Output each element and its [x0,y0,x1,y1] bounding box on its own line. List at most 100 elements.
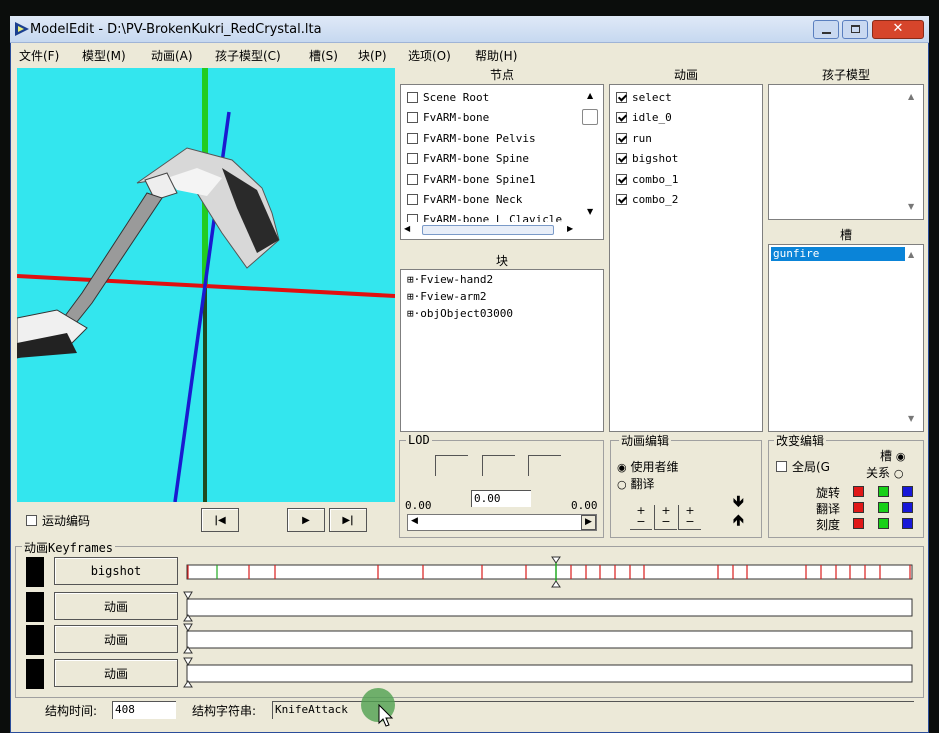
node-checkbox[interactable] [407,91,418,103]
translate-x-swatch[interactable] [853,502,864,513]
animation-item[interactable]: combo_2 [616,193,678,206]
nodes-scroll-box[interactable] [582,109,598,125]
animation-checkbox[interactable] [616,91,627,103]
animation-checkbox[interactable] [616,193,627,205]
motion-encode-checkbox[interactable]: 运动编码 [26,512,90,529]
arrow-down-bar-button[interactable]: 🡻 [733,494,744,509]
relation-radio[interactable]: 关系 ○ [866,464,903,481]
animation-item[interactable]: run [616,132,652,145]
menu-block[interactable]: 块(P) [358,47,387,64]
keyframe-anim-button[interactable]: bigshot [54,557,178,585]
go-start-button[interactable]: |◀ [201,508,239,532]
viewport-3d[interactable] [17,68,395,502]
node-checkbox[interactable] [407,193,418,205]
play-button[interactable]: ▶ [287,508,325,532]
menu-file[interactable]: 文件(F) [19,47,59,64]
animations-list[interactable]: select idle_0 run bigshot combo_1 combo_… [609,84,763,432]
anim-edit-stepper-2[interactable]: + − [654,505,677,530]
close-button[interactable]: ✕ [872,20,924,39]
lod-slider-thumb[interactable]: ▶ [581,515,596,530]
scale-z-swatch[interactable] [902,518,913,529]
anim-edit-stepper-1[interactable]: + − [630,505,652,530]
menu-model[interactable]: 模型(M) [82,47,126,64]
anim-edit-radio-translate[interactable]: ○ 翻译 [617,475,654,492]
node-item[interactable]: FvARM-bone Spine1 [407,173,536,186]
animation-checkbox[interactable] [616,152,627,164]
child-models-list[interactable]: ▲ ▼ [768,84,924,220]
scroll-up-icon[interactable]: ▲ [908,250,914,259]
nodes-hscroll[interactable]: ◀ ▶ [404,224,576,236]
node-checkbox[interactable] [407,132,418,144]
lod-slider[interactable]: ◀ ▶ [407,514,597,531]
keyframe-anim-button[interactable]: 动画 [54,625,178,653]
slot-radio[interactable]: 槽 ◉ [880,447,905,464]
animation-item[interactable]: combo_1 [616,173,678,186]
block-item[interactable]: ⊞·Fview-arm2 [407,290,486,303]
arrow-up-bar-button[interactable]: 🡹 [733,513,744,528]
skip-end-icon: ▶| [342,514,354,526]
keyframe-track-bigshot[interactable] [186,556,914,590]
radio-selected-icon: ◉ [895,450,906,463]
translate-y-swatch[interactable] [878,502,889,513]
block-item[interactable]: ⊞·Fview-hand2 [407,273,493,286]
expand-icon[interactable]: ⊞ [407,307,414,320]
node-item[interactable]: FvARM-bone Neck [407,193,522,206]
keyframe-track[interactable] [182,622,914,656]
anim-edit-radio-user-dim[interactable]: ◉ 使用者维 [617,458,678,475]
translate-z-swatch[interactable] [902,502,913,513]
block-item[interactable]: ⊞·objObject03000 [407,307,513,320]
scale-y-swatch[interactable] [878,518,889,529]
node-checkbox[interactable] [407,173,418,185]
anim-edit-stepper-3[interactable]: + − [678,505,701,530]
node-item[interactable]: FvARM-bone Pelvis [407,132,536,145]
scale-x-swatch[interactable] [853,518,864,529]
maximize-button[interactable] [842,20,868,39]
node-item[interactable]: FvARM-bone [407,111,489,124]
keyframe-anim-button[interactable]: 动画 [54,659,178,687]
global-checkbox[interactable]: 全局(G [776,458,830,475]
minimize-button[interactable] [813,20,839,39]
expand-icon[interactable]: ⊞ [407,273,414,286]
menu-options[interactable]: 选项(O) [408,47,451,64]
scale-label: 刻度 [816,518,841,532]
menu-help[interactable]: 帮助(H) [475,47,517,64]
node-checkbox[interactable] [407,152,418,164]
animation-checkbox[interactable] [616,132,627,144]
slot-item-selected[interactable]: gunfire [771,247,905,261]
rotate-z-swatch[interactable] [902,486,913,497]
slots-list[interactable]: gunfire ▲ ▼ [768,244,924,432]
animation-item[interactable]: idle_0 [616,111,672,124]
node-checkbox[interactable] [407,213,418,222]
go-end-button[interactable]: ▶| [329,508,367,532]
menu-animation[interactable]: 动画(A) [151,47,193,64]
rotate-y-swatch[interactable] [878,486,889,497]
slider-left-icon[interactable]: ◀ [411,516,418,526]
blocks-tree[interactable]: ⊞·Fview-hand2 ⊞·Fview-arm2 ⊞·objObject03… [400,269,604,432]
struct-time-input[interactable]: 408 [112,701,176,719]
animation-item[interactable]: bigshot [616,152,678,165]
scroll-up-icon[interactable]: ▲ [908,92,914,101]
keyframe-track[interactable] [182,656,914,690]
keyframe-track[interactable] [182,590,914,624]
nodes-vscroll-up-icon[interactable]: ▲ [587,91,593,100]
scroll-right-icon[interactable]: ▶ [567,224,573,233]
keyframe-anim-button[interactable]: 动画 [54,592,178,620]
menu-child-model[interactable]: 孩子模型(C) [215,47,281,64]
menu-slot[interactable]: 槽(S) [309,47,338,64]
lod-value-input[interactable]: 0.00 [471,490,531,507]
node-item[interactable]: Scene Root [407,91,489,104]
nodes-list[interactable]: Scene Root FvARM-bone FvARM-bone Pelvis … [400,84,604,240]
nodes-hscroll-thumb[interactable] [422,225,554,235]
node-item[interactable]: FvARM-bone L Clavicle [407,213,562,222]
node-checkbox[interactable] [407,111,418,123]
rotate-x-swatch[interactable] [853,486,864,497]
scroll-down-icon[interactable]: ▼ [908,202,914,211]
scroll-left-icon[interactable]: ◀ [404,224,410,233]
animation-checkbox[interactable] [616,173,627,185]
expand-icon[interactable]: ⊞ [407,290,414,303]
nodes-vscroll-down-icon[interactable]: ▼ [587,207,593,216]
animation-checkbox[interactable] [616,111,627,123]
node-item[interactable]: FvARM-bone Spine [407,152,529,165]
scroll-down-icon[interactable]: ▼ [908,414,914,423]
animation-item[interactable]: select [616,91,672,104]
